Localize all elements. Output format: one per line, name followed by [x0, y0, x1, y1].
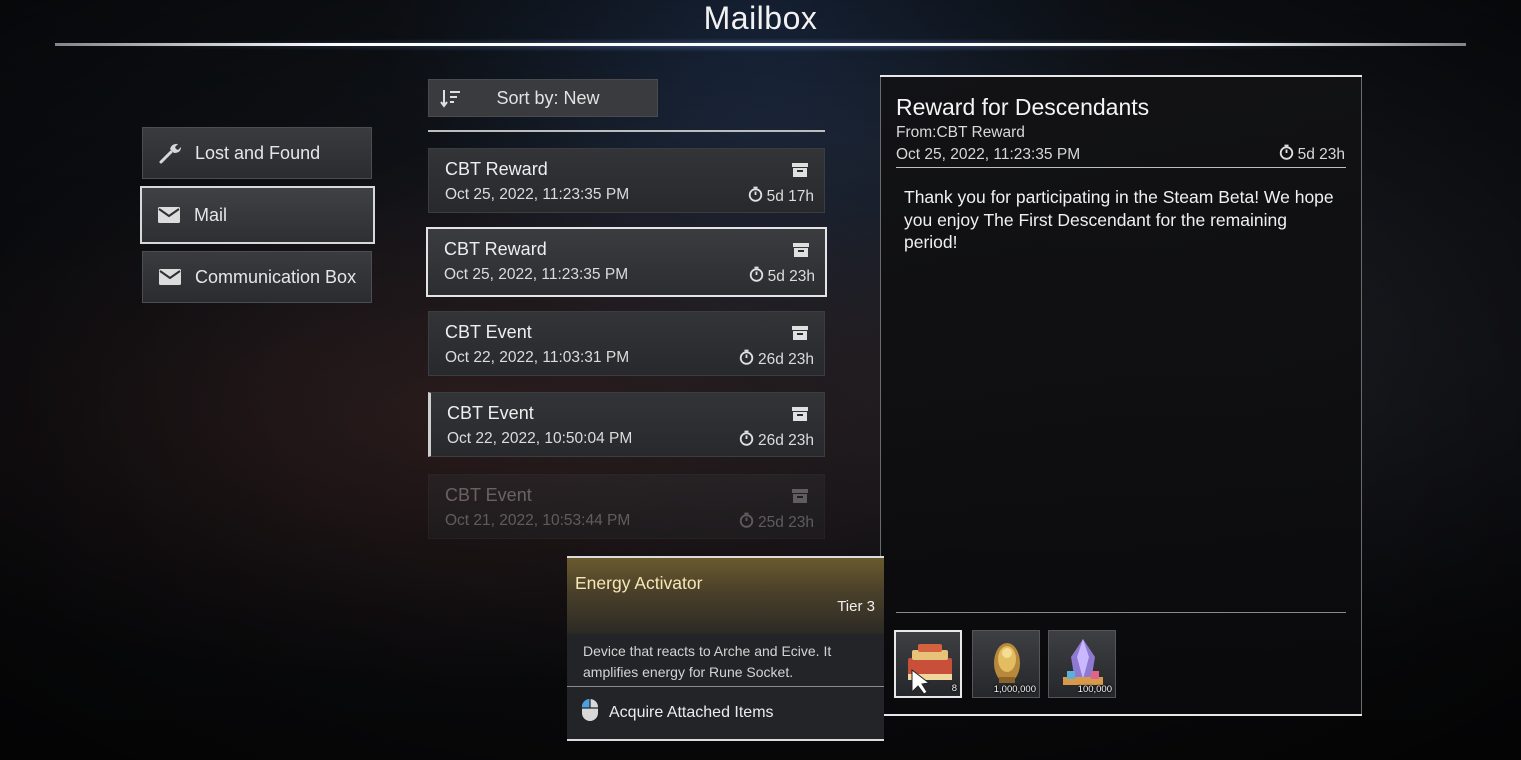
mail-item[interactable]: CBT Event Oct 21, 2022, 10:53:44 PM 25d …	[428, 474, 825, 539]
detail-top-border	[880, 75, 1362, 77]
mail-date: Oct 22, 2022, 11:03:31 PM	[445, 349, 630, 366]
sidebar-item-label: Mail	[194, 204, 228, 225]
mail-date: Oct 25, 2022, 11:23:35 PM	[445, 186, 630, 203]
page-title: Mailbox	[703, 0, 818, 36]
mail-item-selected[interactable]: CBT Reward Oct 25, 2022, 11:23:35 PM 5d …	[426, 227, 827, 297]
attachment-energy-activator[interactable]: 8	[894, 630, 962, 698]
attachment-quantity: 1,000,000	[993, 684, 1036, 695]
mail-expiry-text: 26d 23h	[757, 350, 814, 368]
detail-bottom-border	[880, 714, 1362, 716]
sort-label: Sort by: New	[496, 87, 600, 108]
envelope-icon	[157, 264, 183, 290]
attachment-quantity: 8	[951, 683, 957, 694]
mail-expiry-text: 26d 23h	[757, 431, 814, 449]
mouse-left-click-icon	[581, 698, 599, 727]
mail-date: Oct 22, 2022, 10:50:04 PM	[447, 430, 633, 447]
gift-box-icon	[792, 407, 808, 421]
mail-sender: CBT Reward	[445, 159, 548, 179]
mail-item[interactable]: CBT Reward Oct 25, 2022, 11:23:35 PM 5d …	[428, 148, 825, 213]
acquire-attached-items-label: Acquire Attached Items	[609, 703, 774, 721]
mail-expiry-text: 25d 23h	[757, 513, 814, 531]
mail-expiry-text: 5d 23h	[767, 267, 815, 285]
list-divider	[428, 130, 825, 132]
attachment-quantity: 100,000	[1077, 684, 1112, 695]
timer-icon	[739, 430, 754, 451]
sidebar-item-communication-box[interactable]: Communication Box	[142, 251, 372, 303]
sort-descending-icon	[439, 88, 463, 108]
gift-box-icon	[792, 489, 808, 503]
mail-detail-from: From:CBT Reward	[896, 124, 1025, 141]
mail-sender: CBT Event	[445, 485, 532, 505]
tooltip-divider	[567, 686, 884, 687]
mail-expiry: 5d 23h	[749, 266, 815, 287]
title-divider	[55, 43, 1466, 46]
timer-icon	[748, 186, 763, 207]
gift-box-icon	[792, 326, 808, 340]
mail-expiry: 5d 17h	[748, 186, 814, 207]
mail-date: Oct 21, 2022, 10:53:44 PM	[445, 512, 631, 529]
mail-detail-expiry: 5d 23h	[1279, 144, 1345, 165]
sort-button[interactable]: Sort by: New	[428, 79, 658, 117]
timer-icon	[739, 349, 754, 370]
detail-divider	[896, 167, 1346, 168]
mail-expiry-text: 5d 17h	[766, 187, 814, 205]
tooltip-item-description: Device that reacts to Arche and Ecive. I…	[583, 643, 832, 680]
timer-icon	[1279, 144, 1294, 165]
mail-detail-body: Thank you for participating in the Steam…	[904, 187, 1334, 252]
acquire-attached-items-button[interactable]: Acquire Attached Items	[581, 698, 774, 727]
sidebar-item-mail[interactable]: Mail	[140, 186, 375, 244]
sidebar-item-label: Communication Box	[195, 266, 357, 287]
tooltip-item-name: Energy Activator	[575, 573, 703, 593]
timer-icon	[739, 512, 754, 533]
mail-date: Oct 25, 2022, 11:23:35 PM	[444, 266, 629, 283]
mail-expiry: 26d 23h	[739, 430, 814, 451]
mail-expiry: 26d 23h	[739, 349, 814, 370]
envelope-icon	[156, 202, 182, 228]
gift-box-icon	[792, 163, 808, 177]
sidebar-item-lost-and-found[interactable]: Lost and Found	[142, 127, 372, 179]
sidebar-item-label: Lost and Found	[195, 142, 321, 163]
attachments-divider	[896, 612, 1346, 613]
mail-sender: CBT Event	[445, 322, 532, 342]
attachment-gold-item[interactable]: 1,000,000	[972, 630, 1040, 698]
mail-detail-panel: Reward for Descendants From:CBT Reward O…	[880, 76, 1362, 716]
wrench-icon	[157, 140, 183, 166]
item-tooltip: Energy Activator Tier 3 Device that reac…	[567, 556, 884, 741]
mail-sender: CBT Event	[447, 403, 534, 423]
mail-detail-date: Oct 25, 2022, 11:23:35 PM	[896, 146, 1081, 163]
tooltip-header	[567, 558, 884, 634]
mail-detail-title: Reward for Descendants	[896, 94, 1150, 120]
mail-detail-expiry-text: 5d 23h	[1297, 145, 1345, 163]
mail-sender: CBT Reward	[444, 239, 547, 259]
timer-icon	[749, 266, 764, 287]
mail-expiry: 25d 23h	[739, 512, 814, 533]
gift-box-icon	[793, 243, 809, 257]
attachment-crystal-item[interactable]: 100,000	[1048, 630, 1116, 698]
mail-item[interactable]: CBT Event Oct 22, 2022, 10:50:04 PM 26d …	[428, 392, 825, 457]
tooltip-item-tier: Tier 3	[837, 598, 875, 615]
mail-item[interactable]: CBT Event Oct 22, 2022, 11:03:31 PM 26d …	[428, 311, 825, 376]
